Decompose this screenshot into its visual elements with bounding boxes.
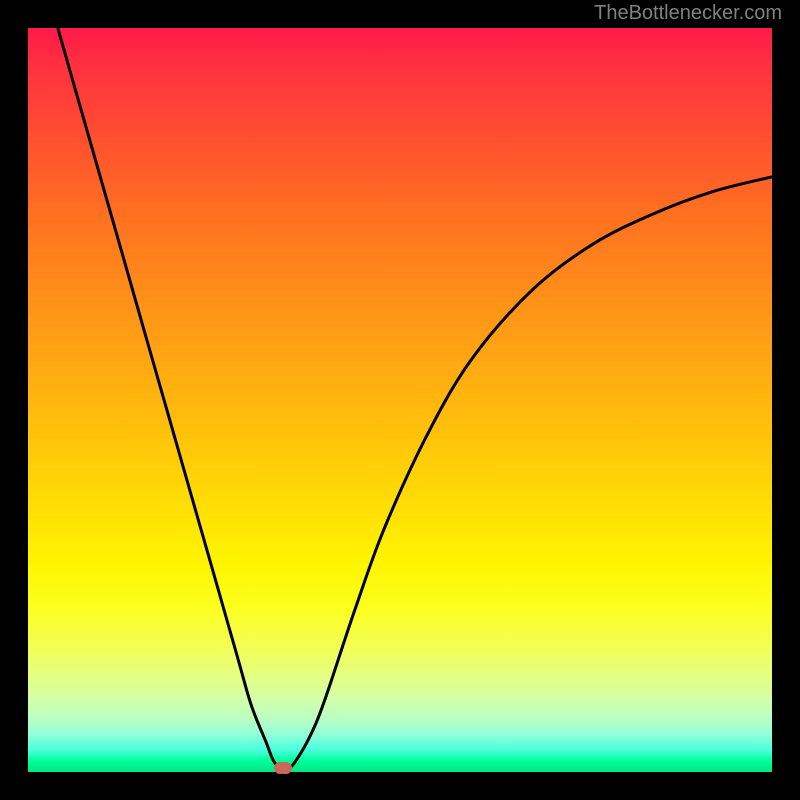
plot-area <box>28 28 772 772</box>
attribution-text: TheBottlenecker.com <box>594 2 782 25</box>
bottleneck-curve <box>58 28 772 769</box>
optimal-marker <box>274 762 292 774</box>
curve-svg <box>28 28 772 772</box>
